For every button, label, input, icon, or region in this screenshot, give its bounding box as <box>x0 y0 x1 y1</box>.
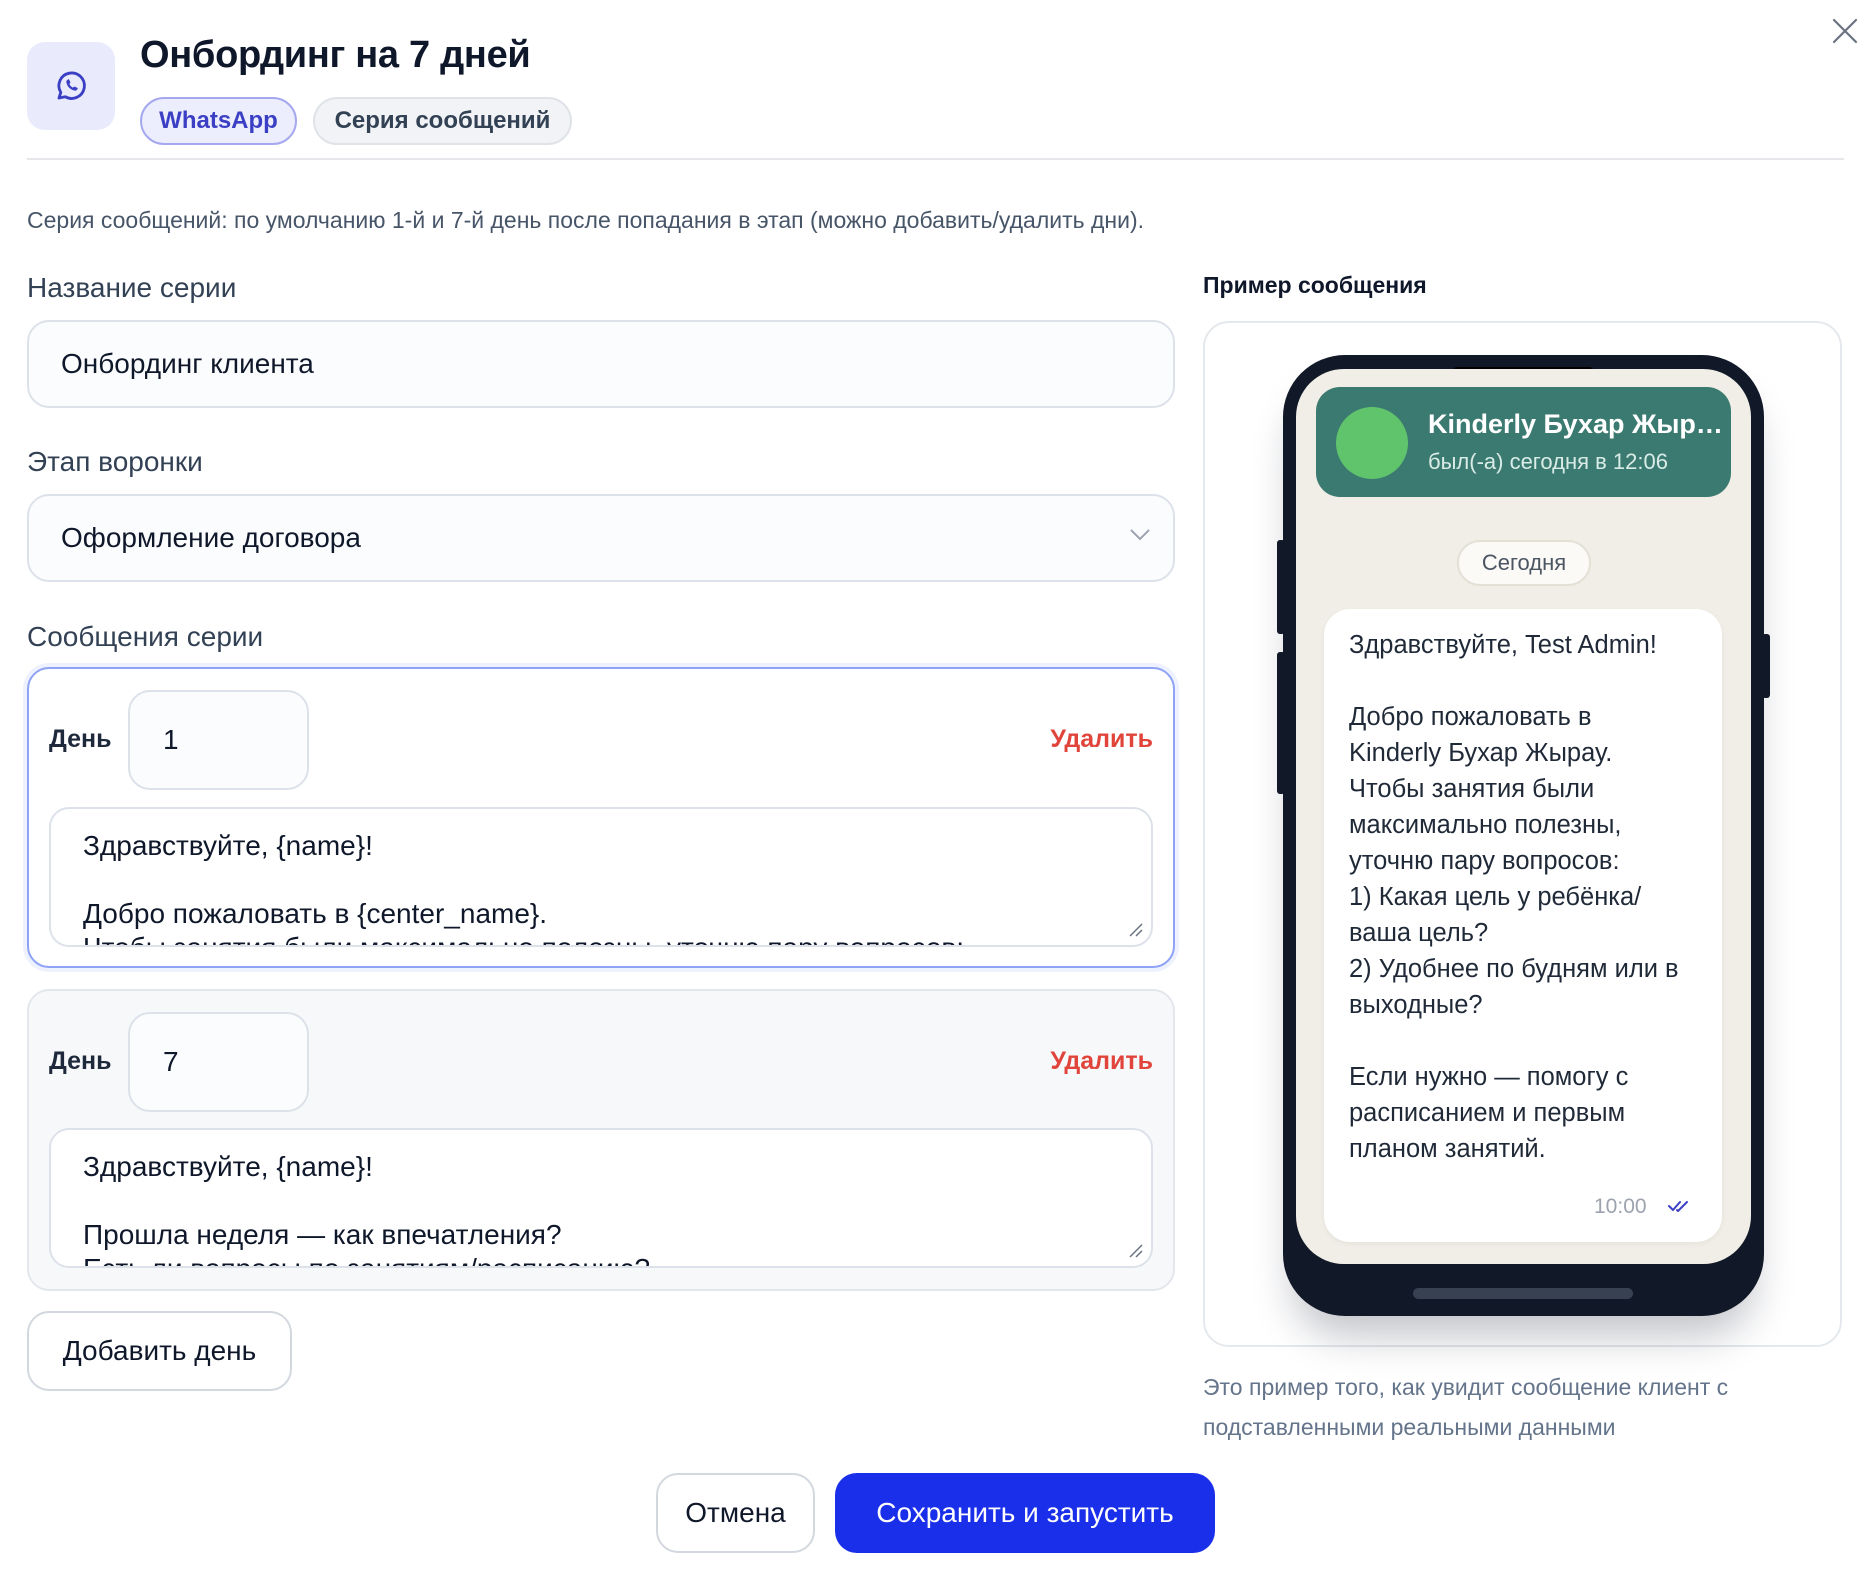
date-pill: Сегодня <box>1457 540 1591 586</box>
preview-title: Пример сообщения <box>1203 272 1427 298</box>
day-number-value: 1 <box>163 724 179 755</box>
chevron-down-icon <box>1130 529 1150 541</box>
double-check-icon <box>1668 1201 1688 1212</box>
day-number-value: 7 <box>163 1046 179 1077</box>
resize-grip-icon[interactable] <box>1127 921 1143 937</box>
bubble-line: выходные? <box>1349 991 1483 1019</box>
bubble-line: Здравствуйте, Test Admin! <box>1349 631 1657 659</box>
message-line: Есть ли вопросы по занятиям/расписанию? <box>83 1252 1119 1266</box>
day-label: День <box>49 1047 112 1075</box>
contact-name: Kinderly Бухар Жырау <box>1428 409 1724 439</box>
bubble-line: максимально полезны, <box>1349 811 1622 839</box>
day-label: День <box>49 725 112 753</box>
message-bubble: Здравствуйте, Test Admin! Добро пожалова… <box>1324 609 1722 1242</box>
series-name-value: Онбординг клиента <box>61 348 314 379</box>
page-title: Онбординг на 7 дней <box>140 34 531 76</box>
message-line: Добро пожаловать в {center_name}. <box>83 898 548 929</box>
day-number-input[interactable]: 7 <box>128 1012 309 1112</box>
funnel-stage-label: Этап воронки <box>27 446 203 477</box>
add-day-button[interactable]: Добавить день <box>27 1311 292 1391</box>
bubble-line: Kinderly Бухар Жырау. <box>1349 739 1613 767</box>
funnel-stage-select[interactable]: Оформление договора <box>27 494 1175 582</box>
day-number-input[interactable]: 1 <box>128 690 309 790</box>
bubble-line: планом занятий. <box>1349 1135 1546 1163</box>
message-line: Чтобы занятия были максимально полезны, … <box>83 931 1119 945</box>
preview-note: Это пример того, как увидит сообщение кл… <box>1203 1367 1728 1447</box>
avatar <box>1336 407 1408 479</box>
delete-day-button[interactable]: Удалить <box>1050 725 1153 754</box>
contact-status: был(-а) сегодня в 12:06 <box>1428 449 1668 474</box>
series-name-label: Название серии <box>27 272 237 303</box>
bubble-line: 2) Удобнее по будням или в <box>1349 955 1679 983</box>
message-textarea[interactable]: Здравствуйте, {name}! Добро пожаловать в… <box>49 807 1153 947</box>
message-line: Прошла неделя — как впечатления? <box>83 1219 562 1250</box>
bubble-line: ваша цель? <box>1349 919 1489 947</box>
bubble-line: расписанием и первым <box>1349 1099 1626 1127</box>
bubble-line: Если нужно — помогу с <box>1349 1063 1629 1091</box>
delete-day-button[interactable]: Удалить <box>1050 1047 1153 1076</box>
save-and-launch-button[interactable]: Сохранить и запустить <box>835 1473 1215 1553</box>
message-time: 10:00 <box>1594 1195 1647 1218</box>
message-line: Здравствуйте, {name}! <box>83 830 373 861</box>
funnel-stage-value: Оформление договора <box>61 522 361 553</box>
bubble-line: 1) Какая цель у ребёнка/ <box>1349 883 1642 911</box>
header-divider <box>27 158 1844 160</box>
bubble-line: Добро пожаловать в <box>1349 703 1592 731</box>
day-card: День 1 Удалить Здравствуйте, {name}! Доб… <box>27 667 1175 968</box>
whatsapp-icon <box>27 42 115 130</box>
channel-chip: WhatsApp <box>140 97 297 145</box>
preview-note-line: Это пример того, как увидит сообщение кл… <box>1203 1374 1729 1400</box>
chat-header: Kinderly Бухар Жырау был(-а) сегодня в 1… <box>1316 387 1731 497</box>
message-textarea[interactable]: Здравствуйте, {name}! Прошла неделя — ка… <box>49 1128 1153 1268</box>
cancel-button[interactable]: Отмена <box>656 1473 815 1553</box>
message-line: Здравствуйте, {name}! <box>83 1151 373 1182</box>
preview-note-line: подставленными реальными данными <box>1203 1414 1616 1440</box>
series-description: Серия сообщений: по умолчанию 1-й и 7-й … <box>27 207 1145 233</box>
bubble-line: Чтобы занятия были <box>1349 775 1595 803</box>
resize-grip-icon[interactable] <box>1127 1242 1143 1258</box>
phone-screen: Kinderly Бухар Жырау был(-а) сегодня в 1… <box>1296 369 1751 1264</box>
series-name-input[interactable]: Онбординг клиента <box>27 320 1175 408</box>
phone-mockup: Kinderly Бухар Жырау был(-а) сегодня в 1… <box>1277 355 1770 1316</box>
day-card: День 7 Удалить Здравствуйте, {name}! Про… <box>27 989 1175 1291</box>
type-chip: Серия сообщений <box>313 97 572 145</box>
messages-label: Сообщения серии <box>27 621 264 652</box>
bubble-line: уточню пару вопросов: <box>1349 847 1620 875</box>
close-icon[interactable] <box>1828 14 1862 48</box>
